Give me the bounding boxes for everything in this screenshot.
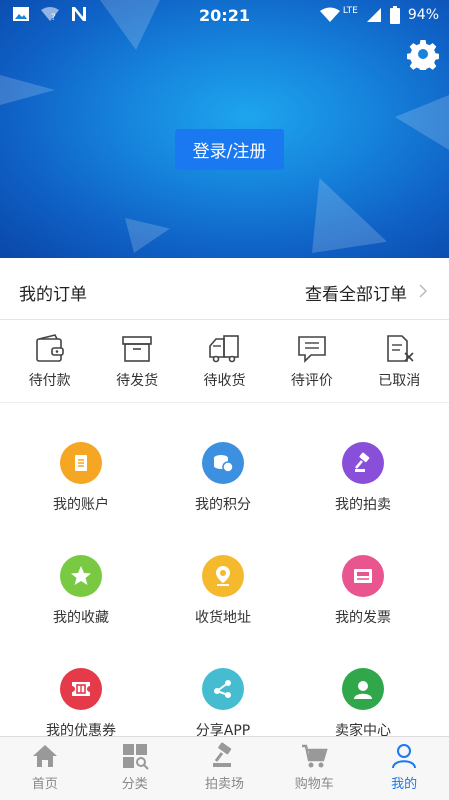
wallet-icon	[35, 334, 64, 362]
coupon-icon	[60, 668, 102, 710]
menu-label: 我的优惠券	[46, 723, 116, 736]
location-icon	[202, 555, 244, 597]
app-root: ? 20:21 LTE 94% 登录/注册 我的订单 查看全部订单 待付款 待发…	[0, 0, 449, 800]
order-status-pending-receipt[interactable]: 待收货	[184, 321, 264, 402]
order-status-label: 待付款	[28, 373, 71, 389]
box-icon	[122, 336, 152, 362]
menu-share-app[interactable]: 分享APP	[148, 668, 298, 736]
decor-triangle	[125, 218, 170, 253]
menu-label: 分享APP	[195, 723, 251, 736]
orders-title: 我的订单	[19, 285, 87, 305]
menu-my-invoice[interactable]: 我的发票	[288, 555, 438, 627]
order-status-label: 已取消	[378, 373, 421, 389]
category-icon	[122, 744, 149, 770]
order-status-pending-payment[interactable]: 待付款	[10, 321, 90, 402]
status-right-icons: LTE 94%	[319, 6, 439, 24]
view-all-orders-link[interactable]: 查看全部订单	[305, 280, 407, 305]
gavel-icon	[213, 742, 232, 767]
tab-home[interactable]: 首页	[0, 737, 90, 800]
invoice-icon	[342, 555, 384, 597]
profile-header: ? 20:21 LTE 94% 登录/注册	[0, 0, 449, 258]
order-status-label: 待评价	[290, 373, 333, 389]
tab-auction-hall[interactable]: 拍卖场	[180, 737, 270, 800]
order-status-label: 待收货	[203, 373, 246, 389]
tab-label: 购物车	[294, 777, 334, 792]
points-icon	[202, 442, 244, 484]
menu-label: 收货地址	[195, 610, 251, 626]
decor-triangle	[312, 178, 387, 253]
network-type-label: LTE	[342, 6, 358, 16]
tab-label: 我的	[391, 777, 418, 792]
account-icon	[60, 442, 102, 484]
profile-icon	[392, 744, 417, 769]
star-icon	[60, 555, 102, 597]
order-status-pending-shipment[interactable]: 待发货	[97, 321, 177, 402]
bottom-tab-bar: 首页 分类 拍卖场 购物车 我的	[0, 736, 449, 800]
menu-my-favorites[interactable]: 我的收藏	[6, 555, 156, 627]
wifi-icon	[319, 7, 340, 22]
menu-label: 我的账户	[53, 497, 109, 513]
menu-label: 我的收藏	[53, 610, 109, 626]
cancel-doc-icon	[387, 335, 414, 362]
menu-label: 我的发票	[335, 610, 391, 626]
tab-category[interactable]: 分类	[90, 737, 180, 800]
menu-seller-center[interactable]: 卖家中心	[288, 668, 438, 736]
decor-triangle	[0, 75, 55, 105]
order-status-cancelled[interactable]: 已取消	[359, 321, 439, 402]
truck-icon	[209, 335, 240, 363]
tab-cart[interactable]: 购物车	[269, 737, 359, 800]
gear-icon[interactable]	[407, 38, 439, 70]
tab-label: 分类	[121, 777, 148, 792]
status-bar: ? 20:21 LTE 94%	[0, 0, 449, 30]
tab-profile[interactable]: 我的	[359, 737, 449, 800]
login-register-button[interactable]: 登录/注册	[175, 129, 284, 170]
menu-label: 卖家中心	[335, 723, 391, 736]
comment-icon	[298, 336, 326, 363]
decor-triangle	[395, 95, 449, 150]
tab-label: 拍卖场	[204, 777, 244, 792]
menu-label: 我的积分	[195, 497, 251, 513]
share-icon	[202, 668, 244, 710]
seller-icon	[342, 668, 384, 710]
menu-shipping-address[interactable]: 收货地址	[148, 555, 298, 627]
services-grid: 我的账户 我的积分 我的拍卖 我的收藏 收货地址 我的发票 我的优惠券 分享AP…	[0, 404, 449, 736]
order-status-row: 待付款 待发货 待收货 待评价 已取消	[0, 321, 449, 403]
signal-icon	[366, 8, 381, 22]
menu-my-points[interactable]: 我的积分	[148, 442, 298, 514]
orders-header[interactable]: 我的订单 查看全部订单	[0, 258, 449, 320]
menu-my-coupons[interactable]: 我的优惠券	[6, 668, 156, 736]
battery-percent: 94%	[407, 7, 439, 23]
auction-icon	[342, 442, 384, 484]
battery-icon	[389, 6, 400, 24]
chevron-right-icon	[419, 284, 428, 298]
tab-label: 首页	[31, 777, 58, 792]
menu-my-auction[interactable]: 我的拍卖	[288, 442, 438, 514]
menu-my-account[interactable]: 我的账户	[6, 442, 156, 514]
home-icon	[32, 745, 57, 767]
order-status-pending-review[interactable]: 待评价	[272, 321, 352, 402]
cart-icon	[302, 744, 328, 768]
menu-label: 我的拍卖	[335, 497, 391, 513]
order-status-label: 待发货	[116, 373, 159, 389]
